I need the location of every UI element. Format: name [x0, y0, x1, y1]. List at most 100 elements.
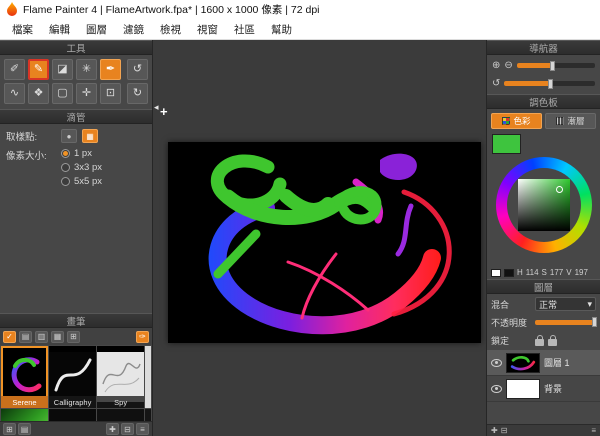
radio-icon: [61, 149, 70, 158]
brush-folder-button[interactable]: ▤: [18, 423, 31, 435]
brush-tool-button[interactable]: ✐: [4, 59, 25, 80]
brush-name: Spy: [97, 396, 144, 408]
left-panel: 工具 ✐ ✎ ◪ ✳ ✒ ↺ ∿ ❖ ▢ ✛ ⊡: [0, 40, 153, 436]
menu-file[interactable]: 檔案: [4, 20, 41, 39]
pixel-size-option-3x3[interactable]: 3x3 px: [61, 162, 102, 173]
brush-view-grid-button[interactable]: ▦: [51, 331, 64, 343]
zoom-slider[interactable]: [517, 63, 595, 68]
brush-filter-checkbox[interactable]: ✓: [3, 331, 16, 343]
saturation-value-square[interactable]: [518, 179, 570, 231]
add-brush-button[interactable]: ✚: [106, 423, 119, 435]
layer-name: 圖層 1: [544, 356, 570, 369]
menu-community[interactable]: 社區: [226, 20, 263, 39]
brushes-toolbar: ✓ ▤ ▥ ▦ ⊞ ✑: [0, 328, 152, 345]
menu-edit[interactable]: 編輯: [41, 20, 78, 39]
menu-view[interactable]: 檢視: [152, 20, 189, 39]
tab-gradient[interactable]: 漸層: [545, 113, 596, 129]
brush-icon: ✐: [10, 64, 19, 75]
brush-tile-serene[interactable]: Serene: [1, 346, 48, 408]
eyedropper-panel-body: 取樣點: ● ▦ 像素大小: 1 px 3x3 px: [0, 124, 152, 192]
layer-row-background[interactable]: 背景: [487, 376, 600, 402]
brush-view-smallgrid-button[interactable]: ⊞: [67, 331, 80, 343]
layers-panel-header[interactable]: 圖層: [487, 279, 600, 294]
tools-panel-header[interactable]: 工具: [0, 40, 152, 55]
pattern-icon: ❖: [34, 88, 44, 99]
brushes-panel-header[interactable]: 畫筆: [0, 313, 152, 328]
menu-layer[interactable]: 圖層: [78, 20, 115, 39]
zoom-in-icon[interactable]: ⊕: [492, 61, 500, 71]
pattern-tool-button[interactable]: ❖: [28, 83, 49, 104]
pixel-size-option-1px[interactable]: 1 px: [61, 148, 102, 159]
airbrush-tool-button[interactable]: ✳: [76, 59, 97, 80]
color-tab-icon: [502, 117, 510, 125]
canvas[interactable]: [168, 142, 481, 343]
brush-tile-partial-green[interactable]: [1, 409, 48, 421]
crop-tool-button[interactable]: ⊡: [100, 83, 121, 104]
brush-tile-partial-dark1[interactable]: [49, 409, 96, 421]
black-swatch[interactable]: [504, 269, 514, 277]
layer-visibility-icon[interactable]: [491, 385, 502, 393]
eyedropper-panel-header[interactable]: 滴管: [0, 109, 152, 124]
menu-window[interactable]: 視窗: [189, 20, 226, 39]
hue-label: H: [517, 268, 523, 277]
transform-tool-button[interactable]: ↻: [127, 83, 148, 104]
white-swatch[interactable]: [491, 269, 501, 277]
sample-grid-button[interactable]: ▦: [82, 129, 98, 143]
brush-tile-spy[interactable]: Spy: [97, 346, 144, 408]
menu-filter[interactable]: 濾鏡: [115, 20, 152, 39]
brush-edit-button[interactable]: ✑: [136, 331, 149, 343]
navigator-panel-title: 導航器: [529, 41, 558, 55]
palette-panel-header[interactable]: 調色板: [487, 94, 600, 109]
rotate-reset-icon[interactable]: ↺: [492, 79, 500, 89]
brush-menu-button[interactable]: ≡: [136, 423, 149, 435]
layers-menu-icon[interactable]: ≡: [591, 426, 596, 435]
brush-name: Calligraphy: [49, 396, 96, 408]
brush-tile-partial-dark2[interactable]: [97, 409, 144, 421]
layer-row-1[interactable]: 圖層 1: [487, 350, 600, 376]
layer-visibility-icon[interactable]: [491, 359, 502, 367]
brush-view-detail-button[interactable]: ▥: [35, 331, 48, 343]
reset-tool-button[interactable]: ↺: [127, 59, 148, 80]
window-title: Flame Painter 4 | FlameArtwork.fpa* | 16…: [23, 2, 320, 17]
wave-tool-button[interactable]: ∿: [4, 83, 25, 104]
navigator-panel-header[interactable]: 導航器: [487, 40, 600, 55]
layer-thumbnail: [506, 379, 540, 399]
brushes-panel-title: 畫筆: [66, 314, 85, 328]
sv-marker: [556, 186, 563, 193]
move-tool-button[interactable]: ✛: [76, 83, 97, 104]
add-layer-icon[interactable]: ✚: [491, 426, 498, 435]
add-icon: ✚: [109, 425, 116, 434]
new-brush-button[interactable]: ⊞: [3, 423, 16, 435]
pixel-size-option-5x5[interactable]: 5x5 px: [61, 176, 102, 187]
flame-painter-window: Flame Painter 4 | FlameArtwork.fpa* | 16…: [0, 0, 600, 436]
navigator-body: ⊕ ⊖ ↺: [487, 55, 600, 94]
sample-single-button[interactable]: ●: [61, 129, 77, 143]
eyedropper-tool-button[interactable]: ✒: [100, 59, 121, 80]
tab-color[interactable]: 色彩: [491, 113, 542, 129]
remove-brush-button[interactable]: ⊟: [121, 423, 134, 435]
opacity-slider[interactable]: [535, 320, 596, 325]
collapse-left-icon[interactable]: ◂: [154, 102, 159, 113]
workspace: ◂ +: [153, 40, 486, 436]
blend-mode-select[interactable]: 正常 ▾: [535, 297, 596, 311]
brush-tile-partial[interactable]: [145, 346, 151, 408]
palette-panel-title: 調色板: [529, 95, 558, 109]
brush-view-list-button[interactable]: ▤: [19, 331, 32, 343]
tools-panel-title: 工具: [66, 41, 85, 55]
pencil-tool-button[interactable]: ✎: [28, 59, 49, 80]
eraser-tool-button[interactable]: ◪: [52, 59, 73, 80]
brush-tile-row-partial: [0, 408, 152, 421]
rotation-slider[interactable]: [504, 81, 595, 86]
menu-help[interactable]: 幫助: [263, 20, 300, 39]
wave-icon: ∿: [10, 88, 19, 99]
lock-transparency-icon[interactable]: [548, 339, 557, 346]
lock-label: 鎖定: [491, 334, 531, 347]
edit-brush-icon: ✑: [139, 332, 146, 341]
select-tool-button[interactable]: ▢: [52, 83, 73, 104]
remove-layer-icon[interactable]: ⊟: [501, 426, 508, 435]
gradient-tab-icon: [556, 117, 564, 125]
brush-tile-calligraphy[interactable]: Calligraphy: [49, 346, 96, 408]
brush-tile-partial-edge[interactable]: [145, 409, 151, 421]
lock-all-icon[interactable]: [535, 339, 544, 346]
zoom-out-icon[interactable]: ⊖: [504, 61, 512, 71]
